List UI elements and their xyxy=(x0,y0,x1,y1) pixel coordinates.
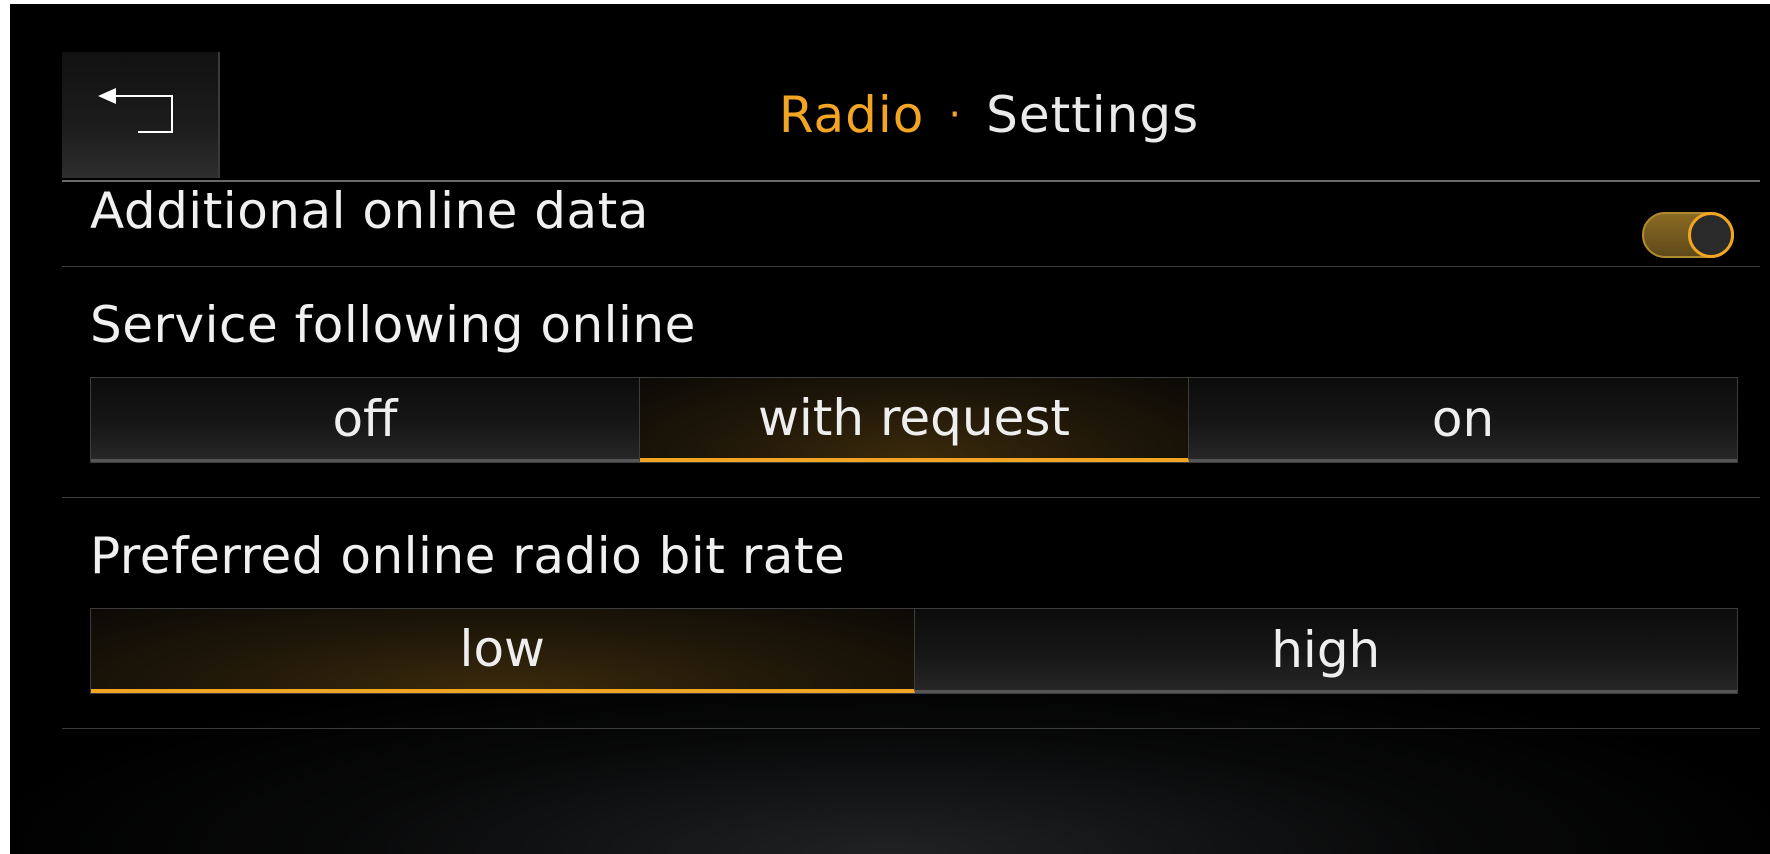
back-arrow-icon xyxy=(98,88,173,133)
divider xyxy=(62,497,1760,498)
service-following-option-with-request[interactable]: with request xyxy=(640,378,1189,462)
page-title: Radio · Settings xyxy=(218,52,1760,178)
bit-rate-selector: low high xyxy=(90,608,1738,694)
bit-rate-option-low[interactable]: low xyxy=(91,609,915,693)
toggle-knob xyxy=(1688,212,1734,258)
additional-online-data-toggle[interactable] xyxy=(1642,212,1734,258)
back-button[interactable] xyxy=(62,52,220,178)
radio-settings-screen: Radio · Settings Additional online data … xyxy=(10,4,1770,854)
bit-rate-option-high[interactable]: high xyxy=(914,609,1737,693)
header-bar: Radio · Settings xyxy=(62,52,1760,182)
title-separator: · xyxy=(948,92,963,138)
title-radio: Radio xyxy=(778,86,925,144)
additional-online-data-label: Additional online data xyxy=(90,182,649,240)
service-following-online-label: Service following online xyxy=(90,296,696,354)
service-following-option-off[interactable]: off xyxy=(91,378,640,462)
preferred-bit-rate-label: Preferred online radio bit rate xyxy=(90,527,846,585)
divider xyxy=(62,266,1760,267)
divider xyxy=(62,728,1760,729)
service-following-selector: off with request on xyxy=(90,377,1738,463)
service-following-option-on[interactable]: on xyxy=(1189,378,1737,462)
title-settings: Settings xyxy=(986,86,1200,144)
